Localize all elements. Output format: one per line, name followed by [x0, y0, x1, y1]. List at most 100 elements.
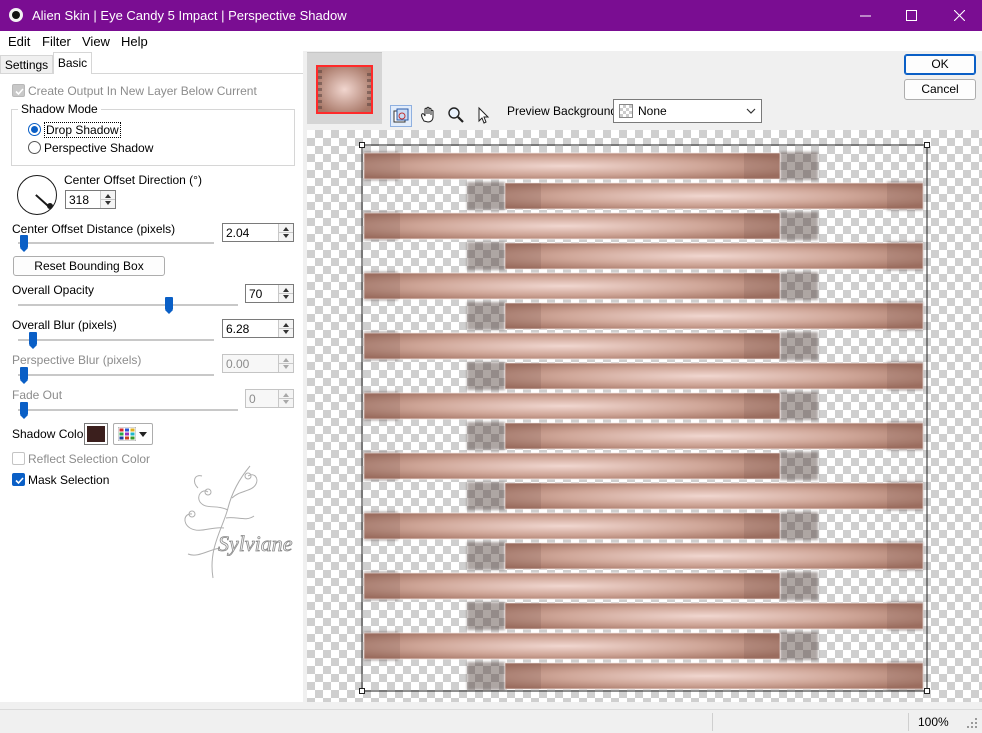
overall-opacity-thumb[interactable] — [165, 297, 173, 314]
maximize-button[interactable] — [888, 0, 934, 31]
perspective-blur-thumb — [20, 367, 28, 384]
ok-button[interactable]: OK — [904, 54, 976, 75]
zoom-icon — [448, 107, 464, 123]
handle-top-right[interactable] — [924, 142, 930, 148]
woven-strips — [363, 152, 924, 690]
overall-opacity-track[interactable] — [18, 304, 238, 306]
preview-background-select[interactable]: None — [613, 99, 762, 123]
menu-bar: Edit Filter View Help — [0, 31, 982, 51]
fade-out-label: Fade Out — [12, 388, 63, 402]
reflect-selection-color-checkbox — [12, 452, 25, 465]
watermark-logo: Sylviane — [168, 458, 318, 583]
mask-selection-checkbox[interactable] — [12, 473, 25, 486]
spin-down-icon — [283, 295, 289, 299]
close-icon — [953, 10, 965, 21]
opacity-spin-arrows[interactable] — [278, 285, 293, 302]
maximize-icon — [905, 10, 917, 21]
perspective-blur-label: Perspective Blur (pixels) — [12, 353, 142, 367]
spin-down-icon — [283, 234, 289, 238]
perspective-shadow-radio[interactable] — [28, 141, 41, 154]
create-output-label: Create Output In New Layer Below Current — [28, 84, 257, 98]
overall-blur-label: Overall Blur (pixels) — [12, 318, 117, 332]
thumbnail-image — [318, 67, 371, 112]
menu-edit[interactable]: Edit — [8, 34, 30, 49]
minimize-icon — [859, 15, 871, 17]
spin-down-icon — [105, 201, 111, 205]
fade-out-field: 0 — [245, 389, 294, 408]
color-picker-dropdown[interactable] — [113, 423, 153, 445]
preview-image — [359, 142, 930, 694]
handle-bottom-left[interactable] — [359, 688, 365, 694]
center-offset-distance-thumb[interactable] — [20, 235, 28, 252]
overall-opacity-label: Overall Opacity — [12, 283, 95, 297]
fade-out-thumb — [20, 402, 28, 419]
overall-blur-thumb[interactable] — [29, 332, 37, 349]
mask-selection-label: Mask Selection — [28, 473, 110, 487]
center-offset-distance-track[interactable] — [18, 242, 214, 244]
perspective-blur-spin-arrows — [278, 355, 293, 372]
zoom-level: 100% — [918, 715, 949, 729]
menu-help[interactable]: Help — [121, 34, 148, 49]
center-offset-distance-label: Center Offset Distance (pixels) — [12, 222, 176, 236]
preview-background-label: Preview Background: — [507, 104, 621, 118]
preview-background-value: None — [638, 104, 667, 118]
resize-grip-icon[interactable] — [966, 717, 978, 729]
hand-icon — [421, 106, 434, 123]
navigator-thumbnail[interactable] — [316, 65, 373, 114]
minimize-button[interactable] — [842, 0, 888, 31]
create-output-checkbox[interactable] — [12, 84, 25, 97]
drop-shadow-label: Drop Shadow — [44, 122, 121, 138]
spin-up-icon — [283, 227, 289, 231]
pointer-icon — [478, 106, 490, 124]
checkmark-icon — [15, 477, 24, 485]
direction-spin-arrows[interactable] — [100, 191, 115, 208]
spin-down-icon — [283, 330, 289, 334]
center-offset-direction-label: Center Offset Direction (°) — [64, 173, 202, 187]
perspective-blur-track — [18, 374, 214, 376]
reset-bounding-box-button[interactable]: Reset Bounding Box — [13, 256, 165, 276]
menu-filter[interactable]: Filter — [42, 34, 71, 49]
hand-tool-button[interactable] — [418, 105, 440, 127]
shadow-color-swatch[interactable] — [84, 423, 108, 445]
checkmark-icon — [15, 88, 24, 96]
close-button[interactable] — [936, 0, 982, 31]
tab-divider — [0, 73, 303, 74]
navigator-icon — [393, 108, 409, 123]
watermark-text: Sylviane — [218, 531, 293, 556]
perspective-blur-field: 0.00 — [222, 354, 294, 373]
chevron-down-icon — [139, 432, 147, 437]
shadow-color-label: Shadow Color — [12, 427, 88, 441]
center-offset-direction-field[interactable]: 318 — [65, 190, 116, 209]
center-offset-distance-field[interactable]: 2.04 — [222, 223, 294, 242]
pointer-tool-button[interactable] — [473, 105, 495, 127]
window-title: Alien Skin | Eye Candy 5 Impact | Perspe… — [32, 8, 347, 23]
menu-view[interactable]: View — [82, 34, 110, 49]
transparent-swatch-icon — [619, 104, 633, 118]
blur-spin-arrows[interactable] — [278, 320, 293, 337]
app-icon — [9, 8, 23, 22]
tab-settings[interactable]: Settings — [0, 55, 53, 74]
reflect-selection-color-label: Reflect Selection Color — [28, 452, 151, 466]
zoom-tool-button[interactable] — [446, 105, 468, 127]
drop-shadow-radio[interactable] — [28, 123, 41, 136]
tab-basic[interactable]: Basic — [53, 52, 92, 74]
direction-dial-knob[interactable] — [47, 203, 53, 209]
chevron-down-icon — [746, 108, 756, 114]
title-bar: Alien Skin | Eye Candy 5 Impact | Perspe… — [0, 0, 982, 31]
color-grid-icon — [118, 427, 136, 441]
cancel-button[interactable]: Cancel — [904, 79, 976, 100]
spin-up-icon — [105, 194, 111, 198]
status-bar: 100% — [0, 709, 982, 733]
shadow-mode-legend: Shadow Mode — [18, 102, 101, 116]
preview-canvas[interactable] — [307, 130, 982, 702]
perspective-shadow-label: Perspective Shadow — [44, 141, 154, 155]
overall-blur-track[interactable] — [18, 339, 214, 341]
handle-bottom-right[interactable] — [924, 688, 930, 694]
overall-opacity-field[interactable]: 70 — [245, 284, 294, 303]
navigator-tool-button[interactable] — [390, 105, 412, 127]
distance-spin-arrows[interactable] — [278, 224, 293, 241]
handle-top-left[interactable] — [359, 142, 365, 148]
spin-up-icon — [283, 323, 289, 327]
fade-out-spin-arrows — [278, 390, 293, 407]
overall-blur-field[interactable]: 6.28 — [222, 319, 294, 338]
